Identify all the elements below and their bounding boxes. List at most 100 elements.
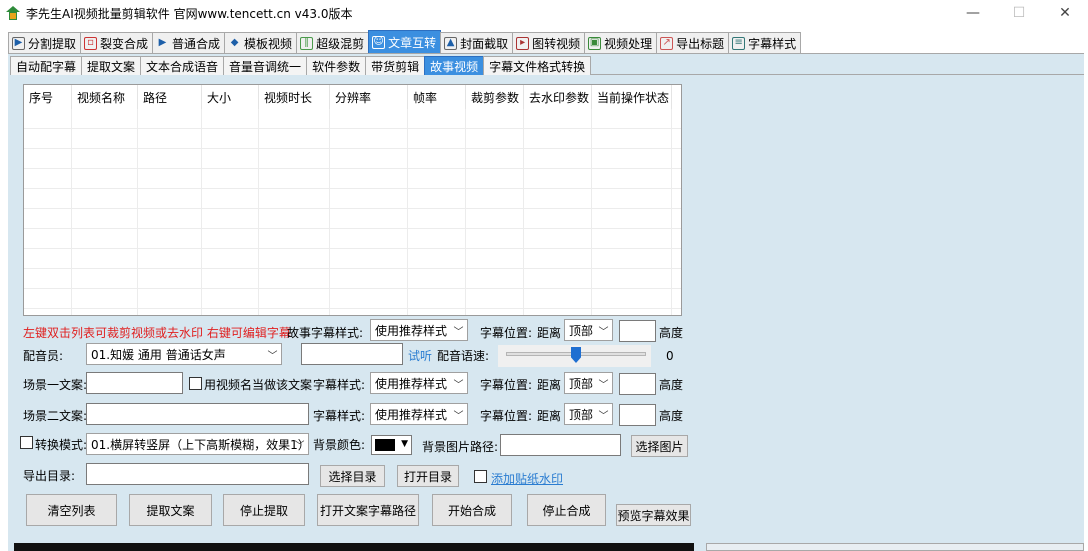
voice-select[interactable]: 01.知媛 通用 普通话女声 ﹀ bbox=[86, 343, 282, 365]
export-dir-label: 导出目录: bbox=[23, 469, 76, 483]
scene2-pos-select[interactable]: 顶部 ﹀ bbox=[564, 403, 613, 425]
choose-dir-button[interactable]: 选择目录 bbox=[320, 465, 385, 487]
chevron-down-icon: ﹀ bbox=[598, 379, 609, 391]
use-filename-label: 用视频名当做该文案 bbox=[204, 378, 313, 392]
scene2-style-select[interactable]: 使用推荐样式 ﹀ bbox=[370, 403, 468, 425]
window-title: 李先生AI视频批量剪辑软件 官网www.tencett.cn v43.0版本 bbox=[26, 6, 353, 21]
scene1-style-label: 字幕样式: bbox=[313, 378, 366, 392]
close-button[interactable]: ✕ bbox=[1042, 0, 1088, 26]
subtitle-pos-select[interactable]: 顶部 ﹀ bbox=[564, 319, 613, 341]
column-header[interactable]: 视频名称 bbox=[72, 85, 138, 109]
chevron-down-icon: ﹀ bbox=[453, 410, 464, 422]
preview-subtitle-button[interactable]: 预览字幕效果 bbox=[616, 504, 691, 526]
use-filename-checkbox[interactable] bbox=[189, 377, 202, 390]
choose-image-button[interactable]: 选择图片 bbox=[631, 435, 688, 457]
column-header[interactable]: 裁剪参数 bbox=[466, 85, 524, 109]
scene2-label: 场景二文案: bbox=[23, 409, 88, 423]
subtab-volume-unify[interactable]: 音量音调统一 bbox=[223, 56, 308, 75]
height-label: 高度 bbox=[659, 326, 684, 340]
bg-color-picker[interactable]: ▼ bbox=[371, 435, 412, 455]
audition-link[interactable]: 试听 bbox=[408, 347, 432, 364]
subtab-goods-edit[interactable]: 带货剪辑 bbox=[365, 56, 426, 75]
maximize-button[interactable]: ☐ bbox=[996, 0, 1042, 26]
scene1-height-label: 高度 bbox=[659, 378, 684, 392]
voice-text-input[interactable] bbox=[301, 343, 403, 365]
log-area bbox=[706, 543, 1084, 551]
tab-normal-merge[interactable]: ▶ 普通合成 bbox=[152, 32, 226, 53]
export-dir-input[interactable] bbox=[86, 463, 309, 485]
bars-icon: ∥ bbox=[300, 36, 314, 50]
caret-down-icon: ▼ bbox=[401, 439, 408, 449]
subtab-auto-subtitle[interactable]: 自动配字幕 bbox=[10, 56, 83, 75]
video-preview-area bbox=[14, 543, 694, 551]
scene2-pos-label: 字幕位置: bbox=[480, 409, 533, 423]
watermark-checkbox[interactable] bbox=[474, 470, 487, 483]
bg-image-path-input[interactable] bbox=[500, 434, 621, 456]
subtab-extract-text[interactable]: 提取文案 bbox=[81, 56, 142, 75]
open-dir-button[interactable]: 打开目录 bbox=[397, 465, 459, 487]
play-icon: ▶ bbox=[12, 36, 25, 50]
image-icon: ▲ bbox=[444, 36, 458, 50]
scene1-pos-label: 字幕位置: bbox=[480, 378, 533, 392]
extract-text-button[interactable]: 提取文案 bbox=[129, 494, 212, 526]
convert-mode-select[interactable]: 01.横屏转竖屏（上下高斯模糊，效果1） ﹀ bbox=[86, 433, 309, 455]
tab-subtitle-style[interactable]: ≡ 字幕样式 bbox=[728, 32, 802, 53]
column-header[interactable]: 分辨率 bbox=[330, 85, 408, 109]
stop-extract-button[interactable]: 停止提取 bbox=[223, 494, 305, 526]
subtitle-height-input[interactable] bbox=[619, 320, 656, 342]
open-subtitle-path-button[interactable]: 打开文案字幕路径 bbox=[317, 494, 419, 526]
tab-image-to-video[interactable]: ▸ 图转视频 bbox=[512, 32, 586, 53]
subtab-software-params[interactable]: 软件参数 bbox=[306, 56, 367, 75]
tab-video-process[interactable]: ▣ 视频处理 bbox=[584, 32, 658, 53]
video-list-table[interactable]: 序号 视频名称 路径 大小 视频时长 分辨率 帧率 裁剪参数 去水印参数 当前操… bbox=[23, 84, 682, 316]
scene2-input[interactable] bbox=[86, 403, 309, 425]
story-style-select[interactable]: 使用推荐样式 ﹀ bbox=[370, 319, 468, 341]
column-header[interactable]: 当前操作状态 bbox=[592, 85, 672, 109]
list-icon: ≡ bbox=[732, 36, 746, 50]
column-header[interactable]: 大小 bbox=[202, 85, 259, 109]
scene1-input[interactable] bbox=[86, 372, 183, 394]
column-header[interactable]: 帧率 bbox=[408, 85, 466, 109]
convert-mode-checkbox[interactable] bbox=[20, 436, 33, 449]
tab-fission-merge[interactable]: ▫ 裂变合成 bbox=[80, 32, 154, 53]
scene2-height-input[interactable] bbox=[619, 404, 656, 426]
tab-cover-capture[interactable]: ▲ 封面截取 bbox=[440, 32, 514, 53]
clear-list-button[interactable]: 清空列表 bbox=[26, 494, 117, 526]
chevron-down-icon: ﹀ bbox=[294, 440, 305, 452]
subtab-text-to-speech[interactable]: 文本合成语音 bbox=[140, 56, 225, 75]
export-icon: ↗ bbox=[660, 36, 674, 50]
tab-export-title[interactable]: ↗ 导出标题 bbox=[656, 32, 730, 53]
tab-template-video[interactable]: ◆ 模板视频 bbox=[224, 32, 298, 53]
sub-tab-bar: 自动配字幕 提取文案 文本合成语音 音量音调统一 软件参数 带货剪辑 故事视频 … bbox=[10, 55, 592, 75]
minimize-button[interactable]: — bbox=[950, 0, 996, 26]
bookmark-icon: ◆ bbox=[230, 37, 239, 48]
main-tab-bar: ▶ 分割提取 ▫ 裂变合成 ▶ 普通合成 ◆ 模板视频 ∥ 超级混剪 ☺ 文章互转 ▲ 封面截… bbox=[8, 30, 802, 53]
stop-merge-button[interactable]: 停止合成 bbox=[527, 494, 606, 526]
column-header[interactable]: 序号 bbox=[24, 85, 72, 109]
tab-split-extract[interactable]: ▶ 分割提取 bbox=[8, 32, 82, 53]
column-header[interactable]: 视频时长 bbox=[259, 85, 330, 109]
hint-text: 左键双击列表可裁剪视频或去水印 右键可编辑字幕 bbox=[23, 326, 291, 340]
add-sticker-watermark-link[interactable]: 添加贴纸水印 bbox=[491, 470, 563, 487]
chevron-down-icon: ﹀ bbox=[598, 326, 609, 338]
scene1-pos-select[interactable]: 顶部 ﹀ bbox=[564, 372, 613, 394]
chevron-down-icon: ﹀ bbox=[598, 410, 609, 422]
table-body[interactable] bbox=[24, 109, 681, 315]
play-icon: ▸ bbox=[516, 36, 530, 50]
table-header: 序号 视频名称 路径 大小 视频时长 分辨率 帧率 裁剪参数 去水印参数 当前操… bbox=[24, 85, 681, 109]
tab-super-mix[interactable]: ∥ 超级混剪 bbox=[296, 32, 370, 53]
chevron-down-icon: ﹀ bbox=[453, 379, 464, 391]
column-header[interactable]: 去水印参数 bbox=[524, 85, 592, 109]
scene1-style-select[interactable]: 使用推荐样式 ﹀ bbox=[370, 372, 468, 394]
scene1-label: 场景一文案: bbox=[23, 378, 88, 392]
start-merge-button[interactable]: 开始合成 bbox=[432, 494, 512, 526]
distance-label: 距离 bbox=[537, 326, 562, 340]
subtab-story-video[interactable]: 故事视频 bbox=[424, 56, 485, 75]
column-header[interactable]: 路径 bbox=[138, 85, 202, 109]
chevron-down-icon: ﹀ bbox=[267, 350, 278, 362]
user-icon: ☺ bbox=[372, 35, 386, 49]
subtab-subtitle-convert[interactable]: 字幕文件格式转换 bbox=[483, 56, 592, 75]
film-icon: ▣ bbox=[588, 36, 602, 50]
tab-article-convert[interactable]: ☺ 文章互转 bbox=[368, 30, 442, 53]
scene1-height-input[interactable] bbox=[619, 373, 656, 395]
